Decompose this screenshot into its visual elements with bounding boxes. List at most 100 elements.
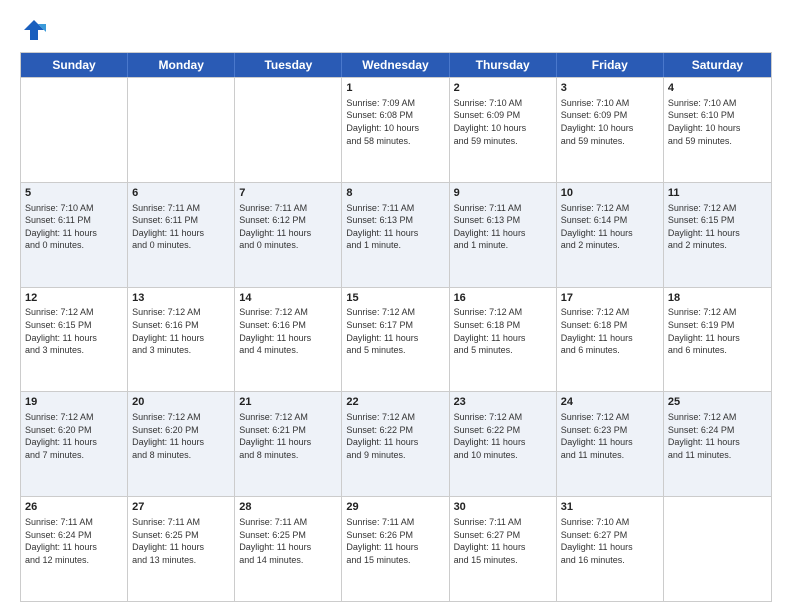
calendar-cell-week0-day1 xyxy=(128,78,235,182)
calendar-cell-week2-day5: 17Sunrise: 7:12 AM Sunset: 6:18 PM Dayli… xyxy=(557,288,664,392)
calendar-cell-week1-day1: 6Sunrise: 7:11 AM Sunset: 6:11 PM Daylig… xyxy=(128,183,235,287)
day-number: 24 xyxy=(561,395,659,410)
day-number: 10 xyxy=(561,186,659,201)
header-cell-monday: Monday xyxy=(128,53,235,77)
header-cell-wednesday: Wednesday xyxy=(342,53,449,77)
day-info: Sunrise: 7:11 AM Sunset: 6:13 PM Dayligh… xyxy=(454,202,552,252)
calendar-cell-week1-day0: 5Sunrise: 7:10 AM Sunset: 6:11 PM Daylig… xyxy=(21,183,128,287)
day-number: 18 xyxy=(668,291,767,306)
day-info: Sunrise: 7:10 AM Sunset: 6:09 PM Dayligh… xyxy=(454,97,552,147)
calendar-cell-week3-day5: 24Sunrise: 7:12 AM Sunset: 6:23 PM Dayli… xyxy=(557,392,664,496)
day-number: 13 xyxy=(132,291,230,306)
calendar-cell-week4-day5: 31Sunrise: 7:10 AM Sunset: 6:27 PM Dayli… xyxy=(557,497,664,601)
day-info: Sunrise: 7:12 AM Sunset: 6:21 PM Dayligh… xyxy=(239,411,337,461)
calendar-cell-week4-day0: 26Sunrise: 7:11 AM Sunset: 6:24 PM Dayli… xyxy=(21,497,128,601)
calendar-cell-week4-day6 xyxy=(664,497,771,601)
day-info: Sunrise: 7:12 AM Sunset: 6:22 PM Dayligh… xyxy=(346,411,444,461)
calendar-cell-week0-day0 xyxy=(21,78,128,182)
day-info: Sunrise: 7:11 AM Sunset: 6:25 PM Dayligh… xyxy=(239,516,337,566)
calendar-cell-week4-day4: 30Sunrise: 7:11 AM Sunset: 6:27 PM Dayli… xyxy=(450,497,557,601)
day-number: 6 xyxy=(132,186,230,201)
calendar-cell-week2-day0: 12Sunrise: 7:12 AM Sunset: 6:15 PM Dayli… xyxy=(21,288,128,392)
calendar-cell-week3-day6: 25Sunrise: 7:12 AM Sunset: 6:24 PM Dayli… xyxy=(664,392,771,496)
day-info: Sunrise: 7:11 AM Sunset: 6:11 PM Dayligh… xyxy=(132,202,230,252)
calendar-cell-week2-day4: 16Sunrise: 7:12 AM Sunset: 6:18 PM Dayli… xyxy=(450,288,557,392)
day-number: 7 xyxy=(239,186,337,201)
calendar-row-0: 1Sunrise: 7:09 AM Sunset: 6:08 PM Daylig… xyxy=(21,77,771,182)
day-number: 21 xyxy=(239,395,337,410)
day-info: Sunrise: 7:11 AM Sunset: 6:12 PM Dayligh… xyxy=(239,202,337,252)
day-number: 5 xyxy=(25,186,123,201)
calendar-cell-week0-day4: 2Sunrise: 7:10 AM Sunset: 6:09 PM Daylig… xyxy=(450,78,557,182)
day-number: 9 xyxy=(454,186,552,201)
day-number: 8 xyxy=(346,186,444,201)
day-info: Sunrise: 7:10 AM Sunset: 6:11 PM Dayligh… xyxy=(25,202,123,252)
header-cell-sunday: Sunday xyxy=(21,53,128,77)
day-number: 3 xyxy=(561,81,659,96)
header-cell-tuesday: Tuesday xyxy=(235,53,342,77)
header-cell-saturday: Saturday xyxy=(664,53,771,77)
day-info: Sunrise: 7:10 AM Sunset: 6:10 PM Dayligh… xyxy=(668,97,767,147)
day-info: Sunrise: 7:11 AM Sunset: 6:25 PM Dayligh… xyxy=(132,516,230,566)
calendar-cell-week3-day3: 22Sunrise: 7:12 AM Sunset: 6:22 PM Dayli… xyxy=(342,392,449,496)
day-info: Sunrise: 7:10 AM Sunset: 6:09 PM Dayligh… xyxy=(561,97,659,147)
day-number: 16 xyxy=(454,291,552,306)
calendar-cell-week0-day3: 1Sunrise: 7:09 AM Sunset: 6:08 PM Daylig… xyxy=(342,78,449,182)
calendar: SundayMondayTuesdayWednesdayThursdayFrid… xyxy=(20,52,772,602)
day-number: 11 xyxy=(668,186,767,201)
day-number: 12 xyxy=(25,291,123,306)
day-info: Sunrise: 7:11 AM Sunset: 6:13 PM Dayligh… xyxy=(346,202,444,252)
logo-icon xyxy=(20,16,48,44)
day-info: Sunrise: 7:12 AM Sunset: 6:15 PM Dayligh… xyxy=(668,202,767,252)
calendar-cell-week4-day2: 28Sunrise: 7:11 AM Sunset: 6:25 PM Dayli… xyxy=(235,497,342,601)
day-info: Sunrise: 7:12 AM Sunset: 6:14 PM Dayligh… xyxy=(561,202,659,252)
day-info: Sunrise: 7:11 AM Sunset: 6:26 PM Dayligh… xyxy=(346,516,444,566)
calendar-cell-week0-day2 xyxy=(235,78,342,182)
day-info: Sunrise: 7:12 AM Sunset: 6:20 PM Dayligh… xyxy=(132,411,230,461)
calendar-row-1: 5Sunrise: 7:10 AM Sunset: 6:11 PM Daylig… xyxy=(21,182,771,287)
logo xyxy=(20,16,52,44)
day-number: 20 xyxy=(132,395,230,410)
day-info: Sunrise: 7:12 AM Sunset: 6:16 PM Dayligh… xyxy=(132,306,230,356)
calendar-cell-week1-day6: 11Sunrise: 7:12 AM Sunset: 6:15 PM Dayli… xyxy=(664,183,771,287)
day-info: Sunrise: 7:12 AM Sunset: 6:22 PM Dayligh… xyxy=(454,411,552,461)
day-info: Sunrise: 7:12 AM Sunset: 6:17 PM Dayligh… xyxy=(346,306,444,356)
calendar-row-4: 26Sunrise: 7:11 AM Sunset: 6:24 PM Dayli… xyxy=(21,496,771,601)
calendar-cell-week4-day1: 27Sunrise: 7:11 AM Sunset: 6:25 PM Dayli… xyxy=(128,497,235,601)
day-info: Sunrise: 7:09 AM Sunset: 6:08 PM Dayligh… xyxy=(346,97,444,147)
day-number: 15 xyxy=(346,291,444,306)
day-number: 31 xyxy=(561,500,659,515)
header-cell-friday: Friday xyxy=(557,53,664,77)
calendar-cell-week1-day5: 10Sunrise: 7:12 AM Sunset: 6:14 PM Dayli… xyxy=(557,183,664,287)
day-number: 19 xyxy=(25,395,123,410)
day-number: 26 xyxy=(25,500,123,515)
calendar-cell-week1-day2: 7Sunrise: 7:11 AM Sunset: 6:12 PM Daylig… xyxy=(235,183,342,287)
day-number: 27 xyxy=(132,500,230,515)
calendar-body: 1Sunrise: 7:09 AM Sunset: 6:08 PM Daylig… xyxy=(21,77,771,601)
day-number: 29 xyxy=(346,500,444,515)
day-info: Sunrise: 7:11 AM Sunset: 6:27 PM Dayligh… xyxy=(454,516,552,566)
calendar-cell-week2-day6: 18Sunrise: 7:12 AM Sunset: 6:19 PM Dayli… xyxy=(664,288,771,392)
calendar-cell-week4-day3: 29Sunrise: 7:11 AM Sunset: 6:26 PM Dayli… xyxy=(342,497,449,601)
calendar-cell-week3-day1: 20Sunrise: 7:12 AM Sunset: 6:20 PM Dayli… xyxy=(128,392,235,496)
day-info: Sunrise: 7:11 AM Sunset: 6:24 PM Dayligh… xyxy=(25,516,123,566)
page: SundayMondayTuesdayWednesdayThursdayFrid… xyxy=(0,0,792,612)
calendar-header-row: SundayMondayTuesdayWednesdayThursdayFrid… xyxy=(21,53,771,77)
day-info: Sunrise: 7:12 AM Sunset: 6:24 PM Dayligh… xyxy=(668,411,767,461)
day-info: Sunrise: 7:12 AM Sunset: 6:20 PM Dayligh… xyxy=(25,411,123,461)
day-info: Sunrise: 7:12 AM Sunset: 6:23 PM Dayligh… xyxy=(561,411,659,461)
calendar-cell-week3-day0: 19Sunrise: 7:12 AM Sunset: 6:20 PM Dayli… xyxy=(21,392,128,496)
day-info: Sunrise: 7:10 AM Sunset: 6:27 PM Dayligh… xyxy=(561,516,659,566)
day-info: Sunrise: 7:12 AM Sunset: 6:19 PM Dayligh… xyxy=(668,306,767,356)
calendar-cell-week0-day6: 4Sunrise: 7:10 AM Sunset: 6:10 PM Daylig… xyxy=(664,78,771,182)
day-number: 14 xyxy=(239,291,337,306)
day-number: 17 xyxy=(561,291,659,306)
day-number: 25 xyxy=(668,395,767,410)
header xyxy=(20,16,772,44)
day-number: 4 xyxy=(668,81,767,96)
day-info: Sunrise: 7:12 AM Sunset: 6:18 PM Dayligh… xyxy=(454,306,552,356)
calendar-cell-week2-day3: 15Sunrise: 7:12 AM Sunset: 6:17 PM Dayli… xyxy=(342,288,449,392)
calendar-cell-week3-day2: 21Sunrise: 7:12 AM Sunset: 6:21 PM Dayli… xyxy=(235,392,342,496)
day-number: 30 xyxy=(454,500,552,515)
day-number: 2 xyxy=(454,81,552,96)
